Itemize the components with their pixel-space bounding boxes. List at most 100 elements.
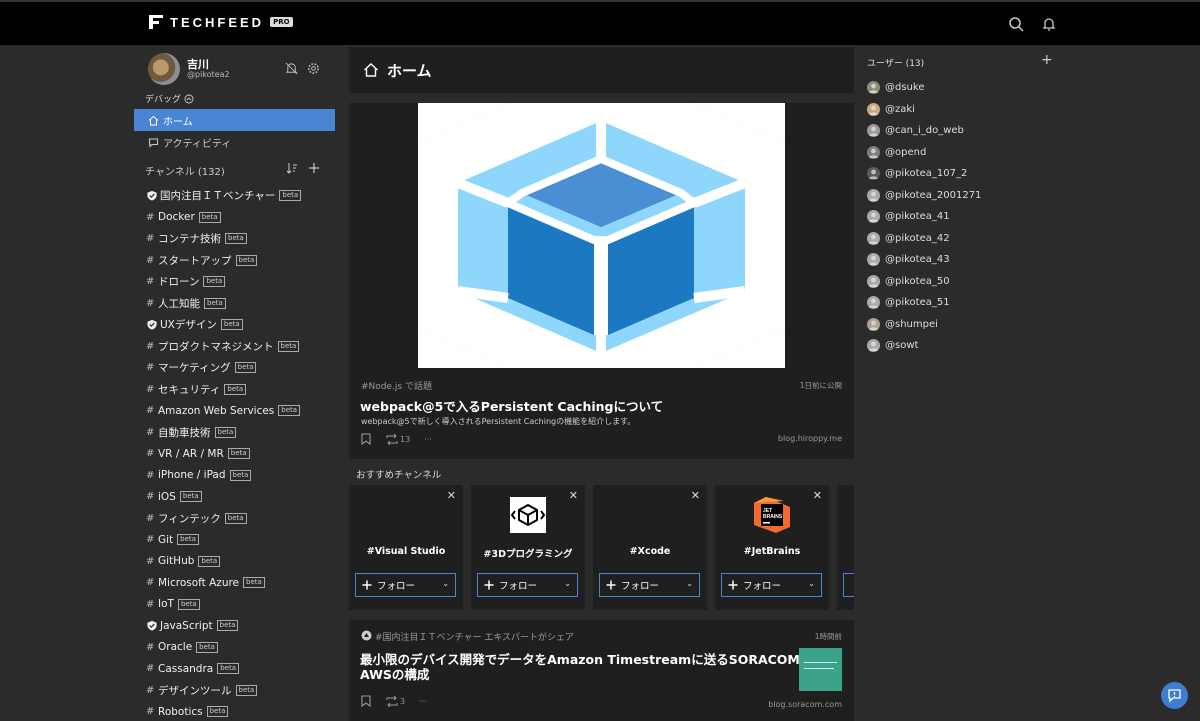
channel-item[interactable]: # マーケティング beta — [134, 357, 335, 379]
mute-notification-icon[interactable] — [285, 62, 298, 75]
channel-item[interactable]: # デザインツール beta — [134, 680, 335, 702]
channel-item[interactable]: 国内注目ＩＴベンチャー beta — [134, 185, 335, 207]
user-avatar — [867, 167, 880, 181]
channel-item[interactable]: # Docker beta — [134, 207, 335, 229]
close-icon[interactable]: ✕ — [691, 489, 700, 502]
channel-item[interactable]: # Oracle beta — [134, 637, 335, 659]
follow-button[interactable]: フォロー ⌄ — [477, 573, 578, 597]
beta-badge: beta — [214, 426, 237, 438]
add-user-button[interactable]: + — [1041, 52, 1053, 68]
user-item[interactable]: @sowt — [867, 335, 981, 357]
article-title-line2[interactable]: AWSの構成 — [360, 664, 429, 683]
person-icon — [869, 105, 878, 115]
logo-mark-icon — [149, 15, 163, 29]
channel-item[interactable]: # Robotics beta — [134, 701, 335, 721]
channel-item[interactable]: # コンテナ技術 beta — [134, 228, 335, 250]
channel-item[interactable]: # iOS beta — [134, 486, 335, 508]
channel-item[interactable]: # iPhone / iPad beta — [134, 465, 335, 487]
recommended-channel-card[interactable]: ✕ JET BRAINS #JetBrains フォロー ⌄ — [715, 485, 829, 610]
more-options-button[interactable]: ··· — [419, 697, 427, 706]
chevron-down-icon[interactable]: ⌄ — [564, 579, 571, 588]
channel-item[interactable]: # Cassandra beta — [134, 658, 335, 680]
follow-button[interactable]: フォロー ⌄ — [721, 573, 822, 597]
user-item[interactable]: @pikotea_42 — [867, 228, 981, 250]
more-options-button[interactable]: ··· — [424, 435, 432, 444]
channel-item[interactable]: # IoT beta — [134, 594, 335, 616]
close-icon[interactable]: ✕ — [813, 489, 822, 502]
recommended-channel-card[interactable]: ✕ #Xcode フォロー ⌄ — [593, 485, 707, 610]
channel-item[interactable]: # ドローン beta — [134, 271, 335, 293]
avatar[interactable] — [148, 53, 180, 85]
follow-button[interactable] — [843, 573, 854, 597]
bookmark-icon[interactable] — [361, 695, 371, 707]
search-icon[interactable] — [1008, 16, 1024, 32]
user-item[interactable]: @dsuke — [867, 77, 981, 99]
user-avatar — [867, 253, 880, 267]
channel-item[interactable]: # スタートアップ beta — [134, 250, 335, 272]
channel-item[interactable]: # Git beta — [134, 529, 335, 551]
gear-icon[interactable] — [307, 62, 320, 75]
add-channel-icon[interactable] — [308, 162, 320, 174]
hash-icon: # — [146, 512, 155, 524]
chevron-down-icon[interactable]: ⌄ — [442, 579, 449, 588]
user-item[interactable]: @pikotea_41 — [867, 206, 981, 228]
sort-icon[interactable] — [286, 162, 298, 174]
article-card[interactable]: #国内注目ＩＴベンチャー エキスパートがシェア 1時間前 最小限のデバイス開発で… — [349, 620, 854, 721]
channel-item[interactable]: # GitHub beta — [134, 551, 335, 573]
channel-item[interactable]: JavaScript beta — [134, 615, 335, 637]
user-item[interactable]: @can_i_do_web — [867, 120, 981, 142]
article-tag[interactable]: #Node.js で話題 — [361, 379, 432, 392]
bookmark-icon[interactable] — [361, 433, 371, 445]
article-title[interactable]: webpack@5で入るPersistent Cachingについて — [360, 396, 663, 415]
user-avatar — [867, 274, 880, 288]
user-item[interactable]: @pikotea_107_2 — [867, 163, 981, 185]
channel-item[interactable]: # Microsoft Azure beta — [134, 572, 335, 594]
user-item[interactable]: @shumpei — [867, 314, 981, 336]
channel-item[interactable]: # Amazon Web Services beta — [134, 400, 335, 422]
user-item[interactable]: @pikotea_51 — [867, 292, 981, 314]
share-button[interactable]: 3 — [385, 695, 405, 707]
user-avatar — [867, 296, 880, 310]
close-icon[interactable]: ✕ — [447, 489, 456, 502]
channel-item[interactable]: # 自動車技術 beta — [134, 422, 335, 444]
user-handle: @pikotea_42 — [885, 232, 950, 244]
hash-icon: # — [146, 340, 155, 352]
article-card[interactable]: #Node.js で話題 1日前に公開 webpack@5で入るPersiste… — [349, 103, 854, 459]
user-handle: @zaki — [885, 103, 915, 115]
chevron-down-icon[interactable]: ⌄ — [686, 579, 693, 588]
channel-item[interactable]: # プロダクトマネジメント beta — [134, 336, 335, 358]
debug-toggle[interactable]: デバッグ — [145, 92, 194, 105]
person-icon — [869, 212, 878, 223]
channels-count-label: チャンネル (132) — [145, 167, 225, 178]
channel-item[interactable]: UXデザイン beta — [134, 314, 335, 336]
channel-item[interactable]: # VR / AR / MR beta — [134, 443, 335, 465]
share-button[interactable]: 13 — [385, 433, 410, 445]
chevron-down-icon[interactable]: ⌄ — [808, 579, 815, 588]
close-icon[interactable]: ✕ — [569, 489, 578, 502]
article-hero-image[interactable] — [418, 103, 785, 368]
bell-icon[interactable] — [1041, 16, 1057, 32]
user-avatar — [867, 102, 880, 116]
article-thumbnail[interactable] — [799, 648, 842, 691]
user-item[interactable]: @zaki — [867, 99, 981, 121]
article-source[interactable]: blog.soracom.com — [768, 700, 842, 709]
nav-item-home[interactable]: ホーム — [134, 109, 335, 131]
recommended-channel-card[interactable]: ✕ #Visual Studio フォロー ⌄ — [349, 485, 463, 610]
channel-item[interactable]: # 人工知能 beta — [134, 293, 335, 315]
logo[interactable]: TECHFEED PRO — [148, 14, 293, 30]
follow-button[interactable]: フォロー ⌄ — [355, 573, 456, 597]
recommended-channel-card[interactable]: ✕ #3Dプログラミング フォロー ⌄ — [471, 485, 585, 610]
nav-item-activity[interactable]: アクティビティ — [134, 131, 335, 153]
channel-item[interactable]: # フィンテック beta — [134, 508, 335, 530]
user-item[interactable]: @pikotea_50 — [867, 271, 981, 293]
user-handle: @pikotea_43 — [885, 254, 950, 266]
follow-button[interactable]: フォロー ⌄ — [599, 573, 700, 597]
help-chat-button[interactable] — [1161, 682, 1188, 709]
user-item[interactable]: @opend — [867, 142, 981, 164]
user-item[interactable]: @pikotea_2001271 — [867, 185, 981, 207]
article-tag[interactable]: #国内注目ＩＴベンチャー エキスパートがシェア — [375, 630, 574, 643]
user-item[interactable]: @pikotea_43 — [867, 249, 981, 271]
channel-item[interactable]: # セキュリティ beta — [134, 379, 335, 401]
recommended-channel-card-partial[interactable] — [837, 485, 854, 610]
article-source[interactable]: blog.hiroppy.me — [778, 434, 842, 443]
